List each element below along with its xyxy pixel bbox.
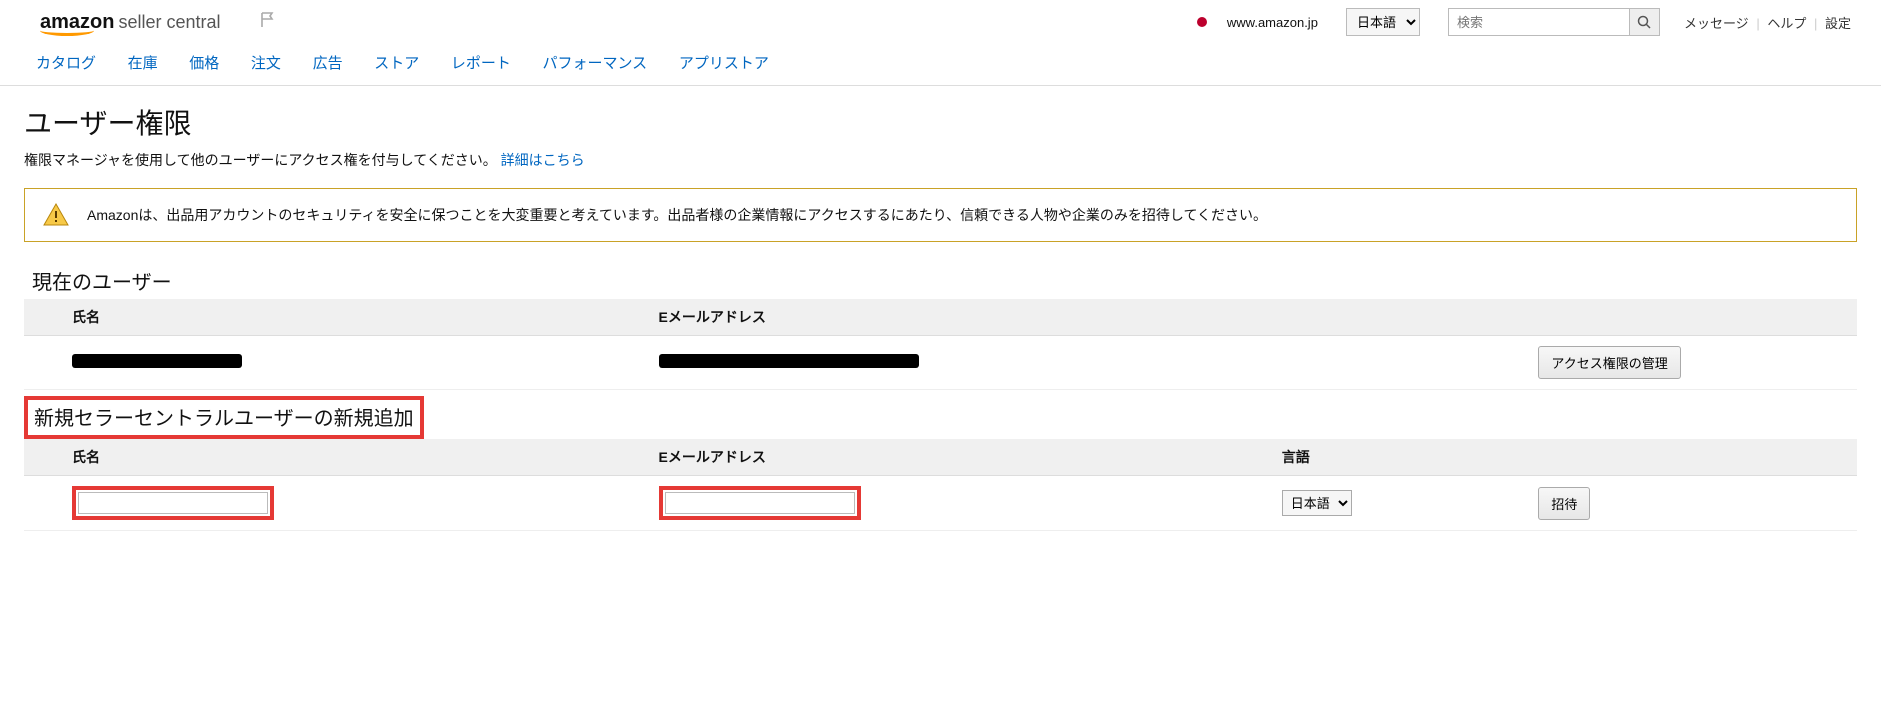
language-select[interactable]: 日本語 [1346, 8, 1420, 36]
current-users-title: 現在のユーザー [32, 266, 1857, 295]
new-user-name-input[interactable] [78, 492, 268, 514]
main-nav: カタログ 在庫 価格 注文 広告 ストア レポート パフォーマンス アプリストア [0, 42, 1881, 86]
content: ユーザー権限 権限マネージャを使用して他のユーザーにアクセス権を付与してください… [0, 86, 1881, 547]
search-input[interactable] [1449, 9, 1629, 35]
manage-permissions-button[interactable]: アクセス権限の管理 [1538, 346, 1680, 379]
add-user-table: 氏名 Eメールアドレス 言語 [24, 439, 1857, 531]
current-users-table: 氏名 Eメールアドレス アクセス権限の管理 [24, 299, 1857, 390]
email-input-highlight [659, 486, 861, 520]
jp-flag-icon [1197, 17, 1207, 27]
help-link[interactable]: ヘルプ [1767, 16, 1806, 31]
nav-store[interactable]: ストア [374, 55, 419, 72]
nav-orders[interactable]: 注文 [251, 55, 281, 72]
search-box [1448, 8, 1660, 36]
page-title: ユーザー権限 [24, 102, 1857, 142]
new-user-email-input[interactable] [665, 492, 855, 514]
col-name2: 氏名 [24, 439, 611, 476]
warning-icon [43, 203, 69, 227]
table-row: アクセス権限の管理 [24, 336, 1857, 390]
logo-sub: seller central [118, 12, 220, 33]
page-subtitle: 権限マネージャを使用して他のユーザーにアクセス権を付与してください。 詳細はこち… [24, 150, 1857, 170]
nav-performance[interactable]: パフォーマンス [542, 55, 647, 72]
col-email: Eメールアドレス [611, 299, 1234, 336]
nav-reports[interactable]: レポート [451, 55, 511, 72]
marketplace-domain[interactable]: www.amazon.jp [1227, 15, 1318, 30]
table-row: 日本語 招待 [24, 476, 1857, 531]
nav-appstore[interactable]: アプリストア [679, 55, 769, 72]
messages-link[interactable]: メッセージ [1684, 16, 1749, 31]
security-alert: Amazonは、出品用アカウントのセキュリティを安全に保つことを大変重要と考えて… [24, 188, 1857, 242]
flag-icon[interactable] [259, 11, 277, 34]
logo-main: amazon [40, 11, 114, 34]
col-lang: 言語 [1234, 439, 1491, 476]
new-user-language-select[interactable]: 日本語 [1282, 490, 1352, 516]
redacted-name [72, 354, 242, 368]
nav-pricing[interactable]: 価格 [189, 55, 219, 72]
search-icon [1637, 15, 1651, 29]
col-name: 氏名 [24, 299, 611, 336]
add-user-title: 新規セラーセントラルユーザーの新規追加 [34, 408, 414, 430]
name-input-highlight [72, 486, 274, 520]
top-links: メッセージ | ヘルプ | 設定 [1684, 13, 1851, 32]
redacted-email [659, 354, 919, 368]
logo[interactable]: amazon seller central [40, 11, 221, 34]
add-user-title-highlight: 新規セラーセントラルユーザーの新規追加 [24, 396, 424, 439]
col-email2: Eメールアドレス [611, 439, 1234, 476]
nav-catalog[interactable]: カタログ [36, 55, 96, 72]
header-right: www.amazon.jp 日本語 メッセージ | ヘルプ | 設定 [1197, 8, 1851, 36]
alert-text: Amazonは、出品用アカウントのセキュリティを安全に保つことを大変重要と考えて… [87, 205, 1267, 225]
learn-more-link[interactable]: 詳細はこちら [501, 152, 585, 168]
search-button[interactable] [1629, 9, 1659, 35]
nav-inventory[interactable]: 在庫 [128, 55, 158, 72]
settings-link[interactable]: 設定 [1825, 16, 1851, 31]
header-bar: amazon seller central www.amazon.jp 日本語 … [0, 0, 1881, 42]
invite-button[interactable]: 招待 [1538, 487, 1590, 520]
nav-ads[interactable]: 広告 [313, 55, 343, 72]
